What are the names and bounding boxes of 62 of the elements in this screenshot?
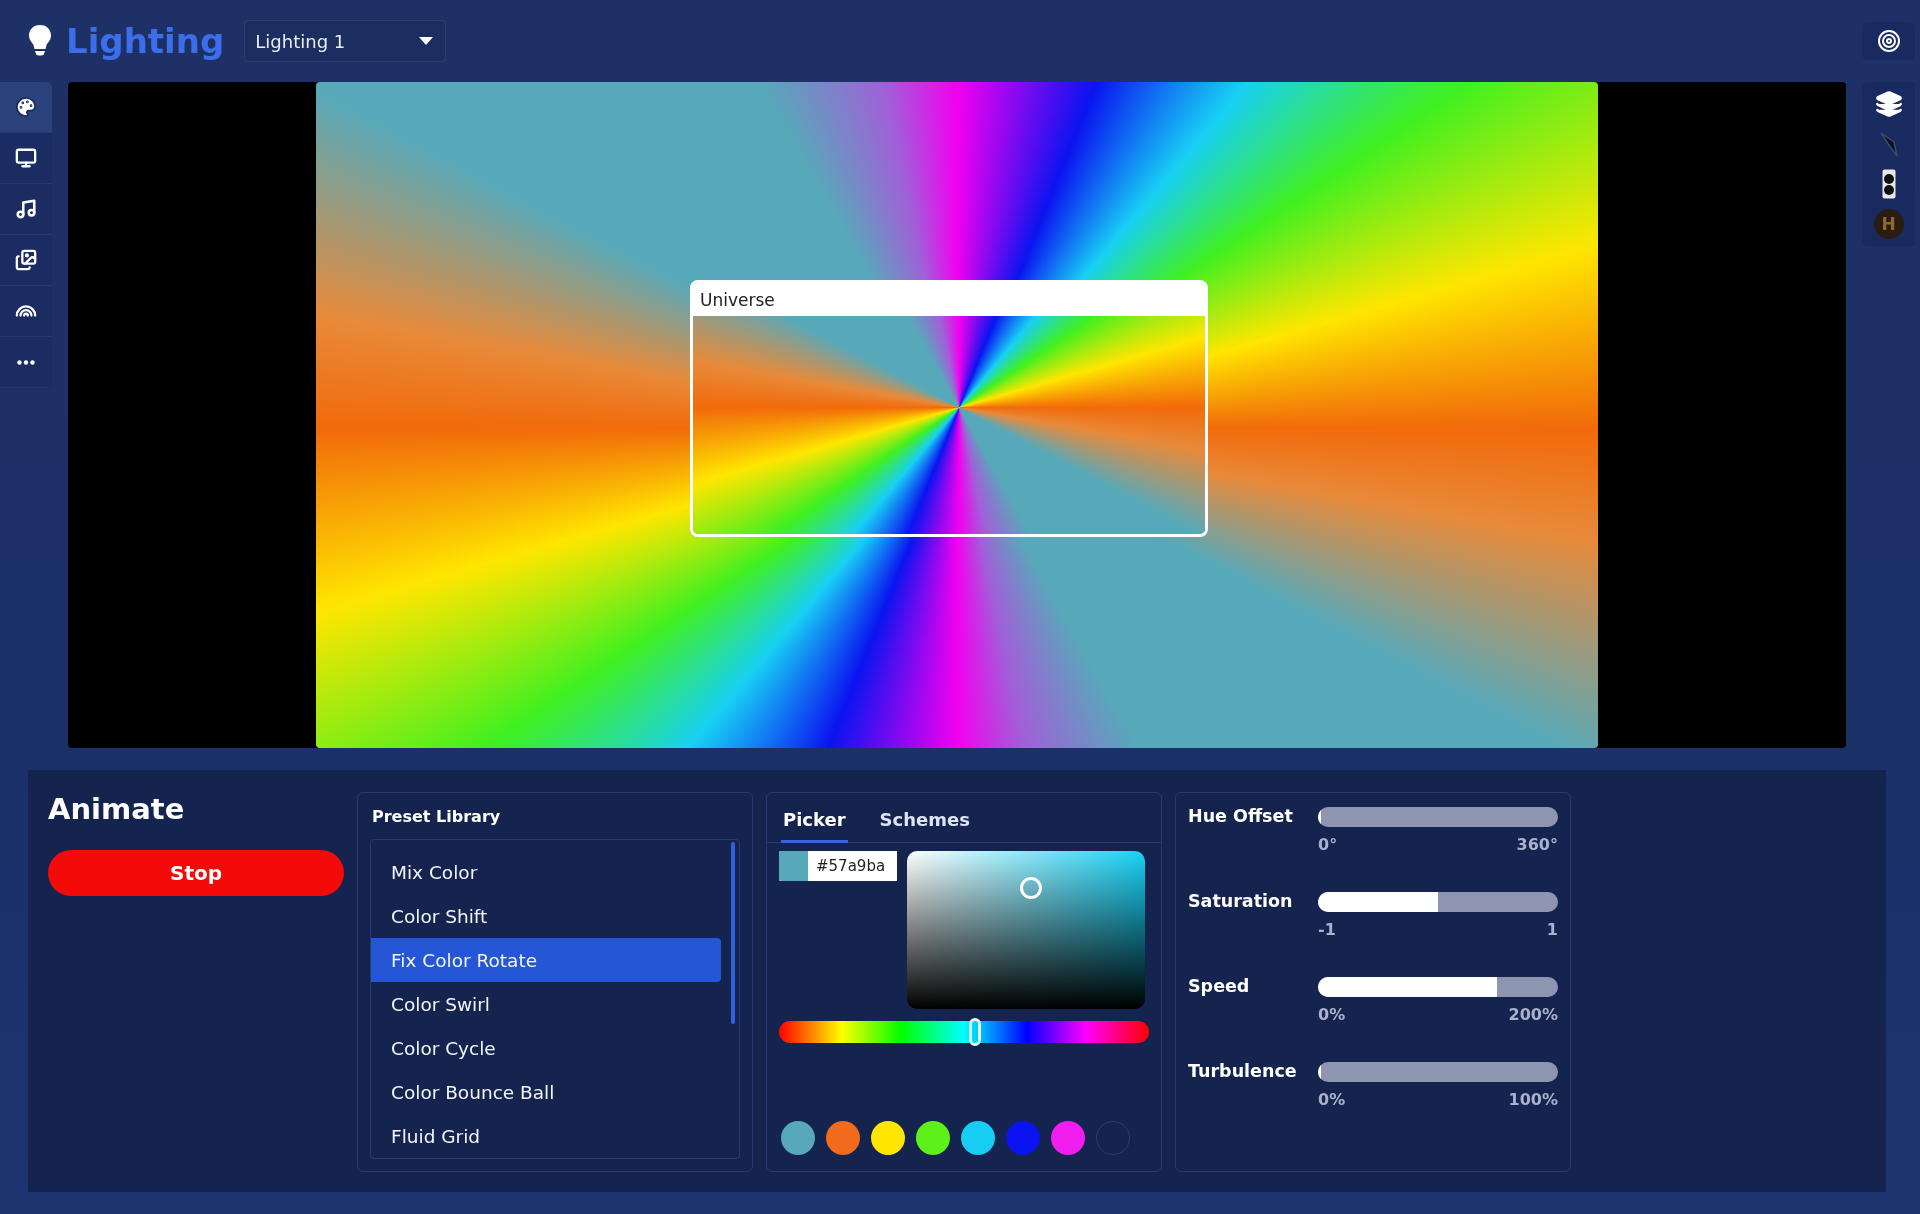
target-button[interactable] [1862, 22, 1915, 60]
slider-label: Speed [1188, 975, 1251, 997]
preset-item[interactable]: Color Swirl [371, 982, 721, 1026]
slider-track[interactable] [1318, 892, 1558, 912]
more-icon [17, 359, 35, 365]
slider-label: Hue Offset [1188, 805, 1294, 827]
color-swatch[interactable] [826, 1121, 860, 1155]
hue-slider[interactable] [779, 1021, 1149, 1043]
picker-tab[interactable]: Picker [781, 803, 848, 843]
slider-label: Turbulence [1188, 1060, 1298, 1082]
preset-item[interactable]: Color Bounce Ball [371, 1070, 721, 1114]
sidebar-button[interactable] [0, 133, 52, 184]
hex-input-field[interactable]: #57a9ba [808, 851, 897, 881]
music-icon [15, 198, 37, 220]
universe-window[interactable]: Universe [690, 280, 1208, 537]
color-swatch[interactable] [961, 1121, 995, 1155]
range-max: 1 [1546, 920, 1558, 939]
lightbulb-icon [28, 24, 52, 58]
preset-item[interactable]: Fix Color Rotate [371, 938, 721, 982]
color-handle[interactable] [1020, 877, 1042, 899]
sidebar-button[interactable] [0, 82, 52, 133]
preset-item[interactable]: Color Cycle [371, 1026, 721, 1070]
layers-icon[interactable] [1874, 90, 1903, 118]
range-min: -1 [1318, 920, 1336, 939]
target-icon [1876, 29, 1901, 53]
color-swatch[interactable] [1051, 1121, 1085, 1155]
color-swatch[interactable] [781, 1121, 815, 1155]
panel-title: Animate [48, 792, 186, 826]
monitor-icon [15, 147, 37, 169]
color-swatch[interactable] [1006, 1121, 1040, 1155]
range-min: 0% [1318, 1090, 1346, 1109]
range-max: 360° [1516, 835, 1558, 854]
color-swatch[interactable] [916, 1121, 950, 1155]
slider-track[interactable] [1318, 1062, 1558, 1082]
hue-handle[interactable] [969, 1018, 982, 1046]
range-max: 100% [1508, 1090, 1558, 1109]
range-min: 0° [1318, 835, 1338, 854]
sidebar-button[interactable] [0, 286, 52, 337]
sidebar-button[interactable] [0, 184, 52, 235]
caret-icon [419, 37, 434, 45]
saturation-brightness-area[interactable] [907, 851, 1145, 1009]
slider-track[interactable] [1318, 807, 1558, 827]
sidebar-button[interactable] [0, 235, 52, 286]
preset-item[interactable]: Color Shift [371, 894, 721, 938]
range-max: 200% [1508, 1005, 1558, 1024]
color-swatch[interactable] [871, 1121, 905, 1155]
scrollbar-thumb[interactable] [731, 842, 735, 1024]
slider-track[interactable] [1318, 977, 1558, 997]
picker-tab[interactable]: Schemes [877, 803, 972, 843]
scene-select[interactable]: Lighting 1 [244, 20, 447, 62]
preset-item[interactable]: Mix Color [371, 850, 721, 894]
range-min: 0% [1318, 1005, 1346, 1024]
card-title: Preset Library [372, 807, 502, 826]
stop-button[interactable]: Stop [48, 850, 344, 896]
window-title: Universe [693, 283, 1205, 316]
speaker-icon[interactable] [1881, 169, 1896, 199]
slider-label: Saturation [1188, 890, 1294, 912]
images-icon [15, 249, 37, 271]
app-title: Lighting [66, 21, 225, 61]
palette-icon [15, 96, 37, 118]
current-color-swatch [779, 851, 808, 881]
preset-item[interactable]: Fluid Grid [371, 1114, 721, 1158]
